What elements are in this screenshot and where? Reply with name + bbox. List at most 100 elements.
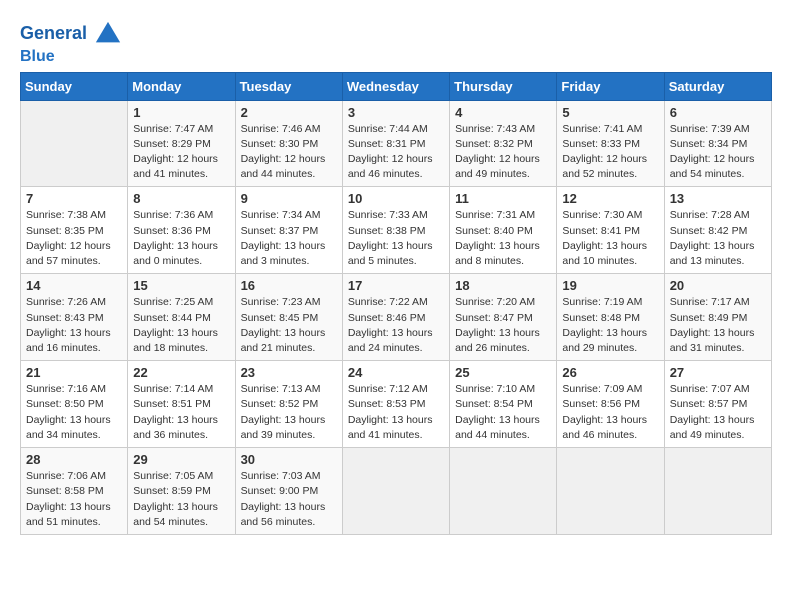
day-number: 21: [26, 365, 122, 380]
day-number: 30: [241, 452, 337, 467]
day-info: Sunrise: 7:17 AMSunset: 8:49 PMDaylight:…: [670, 295, 766, 356]
calendar-cell: 12 Sunrise: 7:30 AMSunset: 8:41 PMDayligh…: [557, 187, 664, 274]
day-info: Sunrise: 7:31 AMSunset: 8:40 PMDaylight:…: [455, 208, 551, 269]
day-number: 7: [26, 191, 122, 206]
calendar-cell: 2Sunrise: 7:46 AMSunset: 8:30 PMDaylight…: [235, 100, 342, 187]
calendar-week-2: 14Sunrise: 7:26 AMSunset: 8:43 PMDayligh…: [21, 274, 772, 361]
weekday-header-sunday: Sunday: [21, 72, 128, 100]
day-info: Sunrise: 7:12 AMSunset: 8:53 PMDaylight:…: [348, 382, 444, 443]
calendar-cell: 21 Sunrise: 7:16 AMSunset: 8:50 PMDayligh…: [21, 361, 128, 448]
calendar-table: SundayMondayTuesdayWednesdayThursdayFrid…: [20, 72, 772, 535]
day-info: Sunrise: 7:38 AMSunset: 8:35 PMDaylight:…: [26, 208, 122, 269]
day-info: Sunrise: 7:39 AMSunset: 8:34 PMDaylight:…: [670, 122, 766, 183]
day-info: Sunrise: 7:25 AMSunset: 8:44 PMDaylight:…: [133, 295, 229, 356]
day-info: Sunrise: 7:34 AMSunset: 8:37 PMDaylight:…: [241, 208, 337, 269]
calendar-cell: 9 Sunrise: 7:34 AMSunset: 8:37 PMDaylight…: [235, 187, 342, 274]
calendar-cell: 11Sunrise: 7:31 AMSunset: 8:40 PMDayligh…: [450, 187, 557, 274]
day-info: Sunrise: 7:33 AMSunset: 8:38 PMDaylight:…: [348, 208, 444, 269]
calendar-cell: 20 Sunrise: 7:17 AMSunset: 8:49 PMDayligh…: [664, 274, 771, 361]
day-info: Sunrise: 7:36 AMSunset: 8:36 PMDaylight:…: [133, 208, 229, 269]
day-number: 25: [455, 365, 551, 380]
calendar-cell: 14Sunrise: 7:26 AMSunset: 8:43 PMDayligh…: [21, 274, 128, 361]
day-info: Sunrise: 7:22 AMSunset: 8:46 PMDaylight:…: [348, 295, 444, 356]
day-number: 6: [670, 105, 766, 120]
calendar-cell: 27 Sunrise: 7:07 AMSunset: 8:57 PMDayligh…: [664, 361, 771, 448]
day-info: Sunrise: 7:47 AMSunset: 8:29 PMDaylight:…: [133, 122, 229, 183]
logo-subtext: Blue: [20, 48, 122, 66]
logo: General Blue: [20, 20, 122, 66]
calendar-cell: [450, 448, 557, 535]
day-info: Sunrise: 7:14 AMSunset: 8:51 PMDaylight:…: [133, 382, 229, 443]
day-info: Sunrise: 7:20 AMSunset: 8:47 PMDaylight:…: [455, 295, 551, 356]
calendar-cell: 8Sunrise: 7:36 AMSunset: 8:36 PMDaylight…: [128, 187, 235, 274]
day-number: 28: [26, 452, 122, 467]
weekday-header-friday: Friday: [557, 72, 664, 100]
calendar-cell: [21, 100, 128, 187]
calendar-cell: 17 Sunrise: 7:22 AMSunset: 8:46 PMDayligh…: [342, 274, 449, 361]
day-info: Sunrise: 7:07 AMSunset: 8:57 PMDaylight:…: [670, 382, 766, 443]
day-info: Sunrise: 7:28 AMSunset: 8:42 PMDaylight:…: [670, 208, 766, 269]
calendar-body: 1 Sunrise: 7:47 AMSunset: 8:29 PMDaylight…: [21, 100, 772, 534]
day-info: Sunrise: 7:16 AMSunset: 8:50 PMDaylight:…: [26, 382, 122, 443]
day-info: Sunrise: 7:46 AMSunset: 8:30 PMDaylight:…: [241, 122, 337, 183]
calendar-week-4: 28Sunrise: 7:06 AMSunset: 8:58 PMDayligh…: [21, 448, 772, 535]
calendar-cell: 22 Sunrise: 7:14 AMSunset: 8:51 PMDayligh…: [128, 361, 235, 448]
day-info: Sunrise: 7:30 AMSunset: 8:41 PMDaylight:…: [562, 208, 658, 269]
day-number: 22: [133, 365, 229, 380]
day-number: 15: [133, 278, 229, 293]
calendar-cell: 25 Sunrise: 7:10 AMSunset: 8:54 PMDayligh…: [450, 361, 557, 448]
calendar-cell: 26 Sunrise: 7:09 AMSunset: 8:56 PMDayligh…: [557, 361, 664, 448]
calendar-week-0: 1 Sunrise: 7:47 AMSunset: 8:29 PMDaylight…: [21, 100, 772, 187]
day-info: Sunrise: 7:26 AMSunset: 8:43 PMDaylight:…: [26, 295, 122, 356]
weekday-header-thursday: Thursday: [450, 72, 557, 100]
calendar-cell: 6 Sunrise: 7:39 AMSunset: 8:34 PMDaylight…: [664, 100, 771, 187]
calendar-week-3: 21 Sunrise: 7:16 AMSunset: 8:50 PMDayligh…: [21, 361, 772, 448]
calendar-cell: 23 Sunrise: 7:13 AMSunset: 8:52 PMDayligh…: [235, 361, 342, 448]
day-info: Sunrise: 7:13 AMSunset: 8:52 PMDaylight:…: [241, 382, 337, 443]
day-number: 27: [670, 365, 766, 380]
calendar-cell: 18 Sunrise: 7:20 AMSunset: 8:47 PMDayligh…: [450, 274, 557, 361]
calendar-cell: 3 Sunrise: 7:44 AMSunset: 8:31 PMDaylight…: [342, 100, 449, 187]
day-number: 13: [670, 191, 766, 206]
calendar-cell: 16Sunrise: 7:23 AMSunset: 8:45 PMDayligh…: [235, 274, 342, 361]
calendar-cell: 29 Sunrise: 7:05 AMSunset: 8:59 PMDayligh…: [128, 448, 235, 535]
page-header: General Blue: [20, 20, 772, 66]
day-info: Sunrise: 7:44 AMSunset: 8:31 PMDaylight:…: [348, 122, 444, 183]
day-number: 19: [562, 278, 658, 293]
day-number: 26: [562, 365, 658, 380]
day-number: 5: [562, 105, 658, 120]
day-info: Sunrise: 7:05 AMSunset: 8:59 PMDaylight:…: [133, 469, 229, 530]
day-info: Sunrise: 7:23 AMSunset: 8:45 PMDaylight:…: [241, 295, 337, 356]
day-number: 9: [241, 191, 337, 206]
calendar-week-1: 7 Sunrise: 7:38 AMSunset: 8:35 PMDaylight…: [21, 187, 772, 274]
day-number: 18: [455, 278, 551, 293]
day-number: 10: [348, 191, 444, 206]
day-info: Sunrise: 7:10 AMSunset: 8:54 PMDaylight:…: [455, 382, 551, 443]
logo-text: General: [20, 20, 122, 48]
weekday-header-monday: Monday: [128, 72, 235, 100]
calendar-cell: 15 Sunrise: 7:25 AMSunset: 8:44 PMDayligh…: [128, 274, 235, 361]
calendar-cell: 24 Sunrise: 7:12 AMSunset: 8:53 PMDayligh…: [342, 361, 449, 448]
day-number: 20: [670, 278, 766, 293]
calendar-cell: 4Sunrise: 7:43 AMSunset: 8:32 PMDaylight…: [450, 100, 557, 187]
day-number: 24: [348, 365, 444, 380]
day-info: Sunrise: 7:41 AMSunset: 8:33 PMDaylight:…: [562, 122, 658, 183]
day-number: 1: [133, 105, 229, 120]
day-number: 17: [348, 278, 444, 293]
calendar-cell: 13 Sunrise: 7:28 AMSunset: 8:42 PMDayligh…: [664, 187, 771, 274]
calendar-cell: 7 Sunrise: 7:38 AMSunset: 8:35 PMDaylight…: [21, 187, 128, 274]
calendar-cell: 30 Sunrise: 7:03 AMSunset: 9:00 PMDayligh…: [235, 448, 342, 535]
calendar-cell: 28Sunrise: 7:06 AMSunset: 8:58 PMDayligh…: [21, 448, 128, 535]
calendar-cell: [664, 448, 771, 535]
day-number: 23: [241, 365, 337, 380]
calendar-cell: [342, 448, 449, 535]
day-number: 12: [562, 191, 658, 206]
day-info: Sunrise: 7:03 AMSunset: 9:00 PMDaylight:…: [241, 469, 337, 530]
day-number: 29: [133, 452, 229, 467]
calendar-cell: 1 Sunrise: 7:47 AMSunset: 8:29 PMDaylight…: [128, 100, 235, 187]
calendar-cell: [557, 448, 664, 535]
day-info: Sunrise: 7:09 AMSunset: 8:56 PMDaylight:…: [562, 382, 658, 443]
day-info: Sunrise: 7:43 AMSunset: 8:32 PMDaylight:…: [455, 122, 551, 183]
day-number: 3: [348, 105, 444, 120]
weekday-header-saturday: Saturday: [664, 72, 771, 100]
